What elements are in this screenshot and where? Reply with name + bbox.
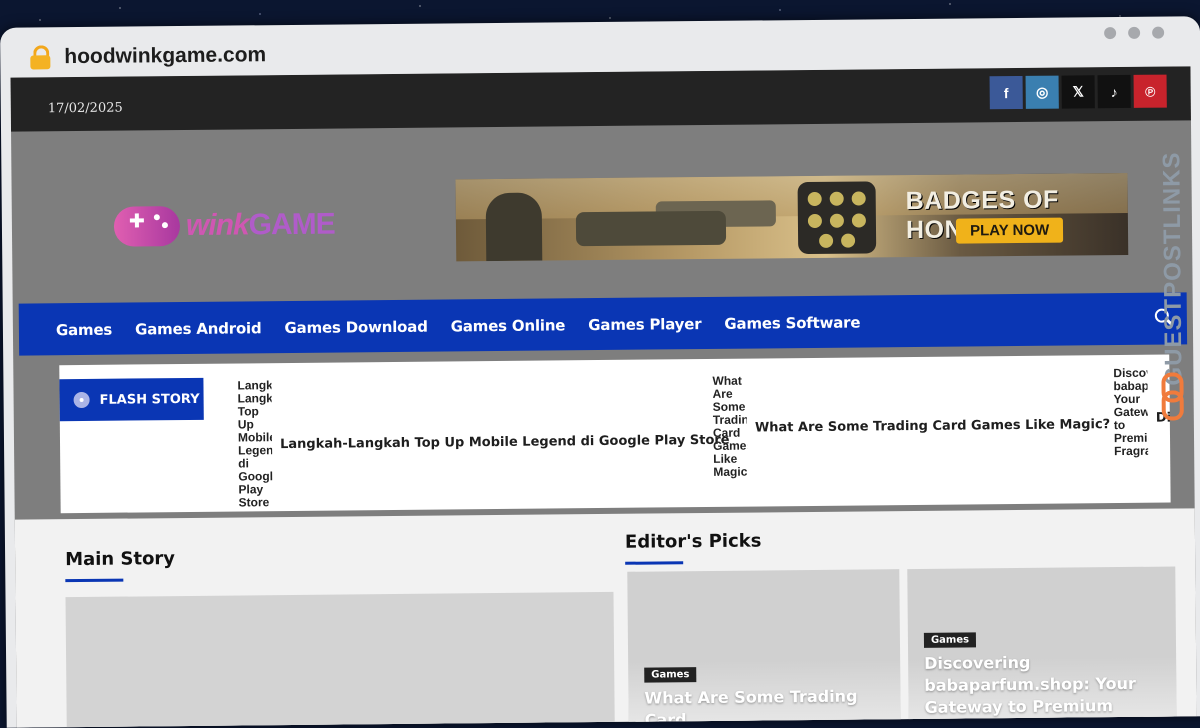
watermark-text: GUESTPOSTLINKS xyxy=(1158,151,1188,386)
editors-picks-heading: Editor's Picks xyxy=(624,530,762,553)
x-icon[interactable]: 𝕏 xyxy=(1061,75,1095,109)
flash-story-title[interactable]: What Are Some Trading Card Games Like Ma… xyxy=(755,417,1110,435)
broken-image-alt: What Are Some Trading Card Games Like Ma… xyxy=(712,374,748,479)
flash-story-item[interactable]: Langkah-Langkah Top Up Mobile Legend di … xyxy=(237,375,730,510)
broken-image-alt: Langkah-Langkah Top Up Mobile Legend di … xyxy=(237,379,273,510)
top-bar: 17/02/2025 f ◎ 𝕏 ♪ ℗ xyxy=(10,66,1191,132)
tank-shape xyxy=(575,210,727,247)
flash-dot-icon xyxy=(73,391,90,409)
play-now-button[interactable]: PLAY NOW xyxy=(955,217,1064,244)
window-dot-icon[interactable] xyxy=(1152,26,1165,39)
address-bar[interactable]: hoodwinkgame.com xyxy=(30,43,266,70)
editor-pick-card[interactable]: Games Discovering babaparfum.shop: Your … xyxy=(907,566,1177,728)
social-links: f ◎ 𝕏 ♪ ℗ xyxy=(987,74,1167,110)
lock-icon xyxy=(30,45,51,70)
nav-item-games-download[interactable]: Games Download xyxy=(284,318,427,337)
nav-item-games-android[interactable]: Games Android xyxy=(135,319,262,338)
window-dot-icon[interactable] xyxy=(1128,26,1141,39)
nav-item-games-software[interactable]: Games Software xyxy=(724,314,860,333)
main-navigation: Games Games Android Games Download Games On… xyxy=(18,292,1188,356)
nav-item-games[interactable]: Games xyxy=(56,321,112,340)
url-text[interactable]: hoodwinkgame.com xyxy=(64,43,266,69)
pinterest-icon[interactable]: ℗ xyxy=(1133,74,1167,108)
facebook-icon[interactable]: f xyxy=(989,75,1023,110)
main-story-heading: Main Story xyxy=(65,548,176,571)
ad-banner[interactable]: BADGES OF HONOR PLAY NOW xyxy=(455,172,1129,262)
chain-link-icon xyxy=(1161,372,1184,421)
category-tag[interactable]: Games xyxy=(644,667,697,683)
flash-story-title[interactable]: Langkah-Langkah Top Up Mobile Legend di … xyxy=(280,433,730,452)
page-viewport: 17/02/2025 f ◎ 𝕏 ♪ ℗ winkGAME BADGES OF HONO… xyxy=(10,66,1197,728)
nav-item-games-online[interactable]: Games Online xyxy=(451,316,566,335)
card-title[interactable]: What Are Some Trading Card xyxy=(644,685,900,728)
current-date: 17/02/2025 xyxy=(47,100,123,117)
flash-story-ticker: FLASH STORY Langkah-Langkah Top Up Mobil… xyxy=(59,354,1171,514)
watermark: GUESTPOSTLINKS xyxy=(1155,124,1192,424)
heading-underline xyxy=(65,578,124,583)
content-area: Main Story Editor's Picks Games What Are… xyxy=(14,508,1197,728)
soldier-figure xyxy=(485,192,543,262)
category-tag[interactable]: Games xyxy=(923,632,977,648)
heading-underline xyxy=(625,561,684,565)
site-logo[interactable]: winkGAME xyxy=(108,197,335,255)
flash-story-item[interactable]: What Are Some Trading Card Games Like Ma… xyxy=(712,371,1110,491)
logo-text-game: GAME xyxy=(248,207,335,242)
instagram-icon[interactable]: ◎ xyxy=(1025,75,1059,109)
tiktok-icon[interactable]: ♪ xyxy=(1097,74,1131,109)
window-controls xyxy=(1104,26,1165,40)
main-story-image[interactable] xyxy=(65,591,615,728)
card-title[interactable]: Discovering babaparfum.shop: Your Gatewa… xyxy=(924,651,1175,719)
browser-window: hoodwinkgame.com 17/02/2025 f ◎ 𝕏 ♪ ℗ winkGA… xyxy=(0,16,1200,728)
badges-icon xyxy=(797,181,877,255)
nav-item-games-player[interactable]: Games Player xyxy=(588,315,701,334)
gamepad-icon xyxy=(108,198,185,255)
logo-text-wink: wink xyxy=(185,208,249,242)
broken-image-alt: Discovering babaparfum.shop: Your Gatewa… xyxy=(1113,366,1149,459)
flash-story-label: FLASH STORY xyxy=(59,377,204,422)
window-dot-icon[interactable] xyxy=(1104,27,1117,40)
logo-text: winkGAME xyxy=(186,208,335,243)
editor-pick-card[interactable]: Games What Are Some Trading Card xyxy=(627,569,901,728)
